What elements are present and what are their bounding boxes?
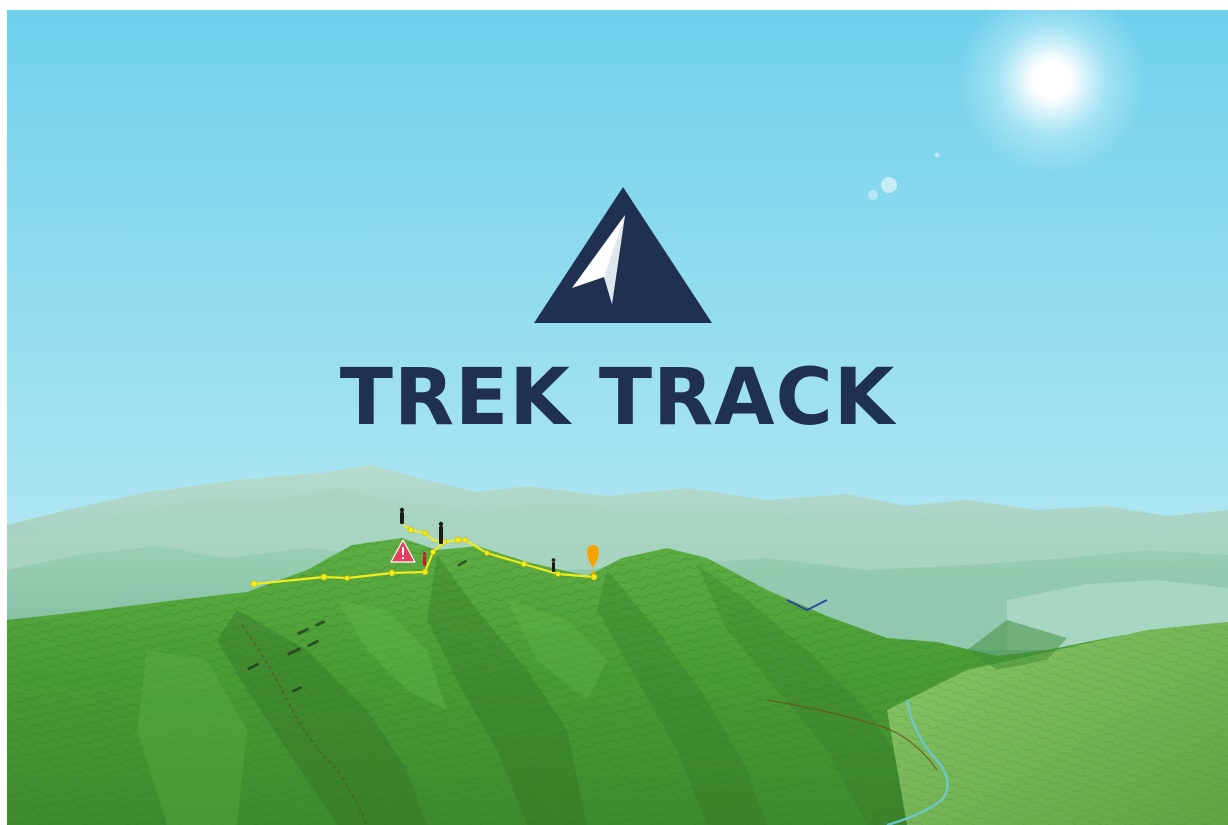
- hiker-marker-icon[interactable]: [422, 552, 427, 566]
- terrain-scene: [7, 10, 1228, 825]
- splash-screen: TREK TRACK: [7, 10, 1228, 825]
